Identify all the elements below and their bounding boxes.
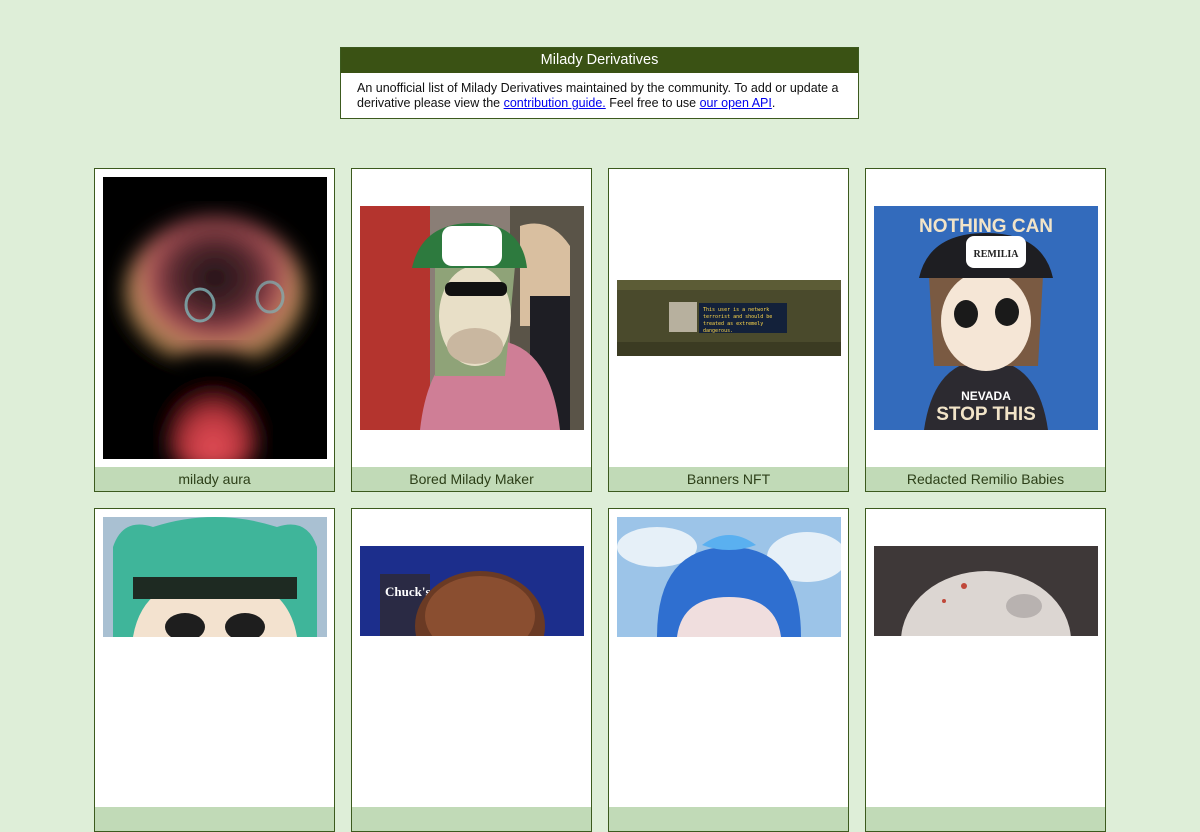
derivative-card-banners-nft[interactable]: This user is a network terrorist and sho… <box>608 168 849 492</box>
derivative-card[interactable] <box>608 508 849 832</box>
card-image: Chuck's <box>360 546 584 636</box>
card-title: milady aura <box>95 467 334 491</box>
card-image <box>103 517 327 637</box>
card-image: NOTHING CAN REMILIA NEVADA STOP THIS <box>874 206 1098 430</box>
derivative-card[interactable]: Chuck's <box>351 508 592 832</box>
page-title: Milady Derivatives <box>341 48 858 73</box>
card-title: Redacted Remilio Babies <box>866 467 1105 491</box>
hat-text: REMILIA <box>973 249 1019 260</box>
intro-text-part: Feel free to use <box>605 96 700 110</box>
card-title <box>352 807 591 831</box>
intro-text-part: . <box>771 96 776 110</box>
banner-line-4: dangerous. <box>703 328 733 334</box>
card-title <box>866 807 1105 831</box>
card-title <box>609 807 848 831</box>
shirt-text: NEVADA <box>961 389 1011 403</box>
card-title <box>95 807 334 831</box>
derivative-card[interactable] <box>865 508 1106 832</box>
info-box: Milady Derivatives An unofficial list of… <box>340 47 859 119</box>
banner-line-2: terrorist and should be <box>703 314 772 320</box>
derivative-card-bored-milady-maker[interactable]: Bored Milady Maker <box>351 168 592 492</box>
card-image <box>103 177 327 459</box>
card-image <box>874 546 1098 636</box>
card-image <box>617 517 841 637</box>
contribution-guide-link[interactable]: contribution guide. <box>504 96 606 110</box>
open-api-link[interactable]: our open API <box>700 96 772 110</box>
banner-line-3: treated as extremely <box>703 321 763 327</box>
card-image: This user is a network terrorist and sho… <box>617 280 841 356</box>
poster-bottom-text: STOP THIS <box>936 404 1036 425</box>
card-image <box>360 206 584 430</box>
banner-line-1: This user is a network <box>703 307 769 313</box>
intro-text: An unofficial list of Milady Derivatives… <box>341 73 858 111</box>
sign-text: Chuck's <box>385 584 431 599</box>
derivative-card[interactable] <box>94 508 335 832</box>
card-title: Banners NFT <box>609 467 848 491</box>
derivative-card-redacted-remilio-babies[interactable]: NOTHING CAN REMILIA NEVADA STOP THIS Red… <box>865 168 1106 492</box>
derivative-card-milady-aura[interactable]: milady aura <box>94 168 335 492</box>
card-title: Bored Milady Maker <box>352 467 591 491</box>
